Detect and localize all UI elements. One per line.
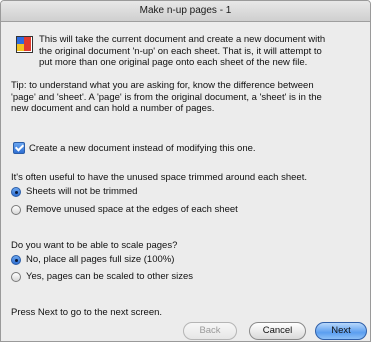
radio-scalable[interactable] (11, 271, 21, 282)
radio-no-trim-label: Sheets will not be trimmed (26, 186, 138, 197)
radio-remove-space[interactable] (11, 204, 21, 215)
back-button[interactable]: Back (183, 322, 237, 340)
create-new-document-label: Create a new document instead of modifyi… (29, 142, 256, 154)
tip-line: 'page' and 'sheet'. A 'page' is from the… (11, 91, 322, 103)
radio-full-size-label: No, place all pages full size (100%) (26, 254, 175, 265)
radio-remove-space-row[interactable]: Remove unused space at the edges of each… (11, 204, 238, 215)
window-title: Make n-up pages - 1 (1, 1, 370, 22)
intro-line: put more than one original page onto eac… (39, 57, 308, 68)
radio-no-trim[interactable] (11, 186, 21, 197)
radio-remove-space-label: Remove unused space at the edges of each… (26, 204, 238, 215)
radio-scalable-label: Yes, pages can be scaled to other sizes (26, 271, 194, 282)
trim-question: It's often useful to have the unused spa… (11, 172, 307, 183)
n-up-pages-icon (16, 36, 33, 53)
next-hint: Press Next to go to the next screen. (11, 307, 163, 318)
dialog-content: This will take the current document and … (1, 22, 370, 341)
tip-line: Tip: to understand what you are asking f… (11, 80, 314, 91)
cancel-button[interactable]: Cancel (249, 322, 306, 340)
create-new-document-checkbox-row[interactable]: Create a new document instead of modifyi… (13, 142, 256, 154)
scale-question: Do you want to be able to scale pages? (11, 240, 178, 251)
intro-text: This will take the current document and … (39, 34, 364, 69)
radio-full-size[interactable] (11, 254, 21, 265)
tip-text: Tip: to understand what you are asking f… (11, 80, 366, 115)
create-new-document-checkbox[interactable] (13, 142, 25, 154)
intro-line: This will take the current document and … (39, 34, 326, 45)
radio-full-size-row[interactable]: No, place all pages full size (100%) (11, 254, 174, 265)
intro-line: the original document 'n-up' on each she… (39, 45, 322, 57)
dialog-window: Make n-up pages - 1 This will take the c… (0, 0, 371, 342)
next-button[interactable]: Next (315, 322, 367, 340)
radio-no-trim-row[interactable]: Sheets will not be trimmed (11, 186, 137, 197)
radio-scalable-row[interactable]: Yes, pages can be scaled to other sizes (11, 271, 193, 282)
tip-line: new document and can hold a number of pa… (11, 103, 215, 114)
